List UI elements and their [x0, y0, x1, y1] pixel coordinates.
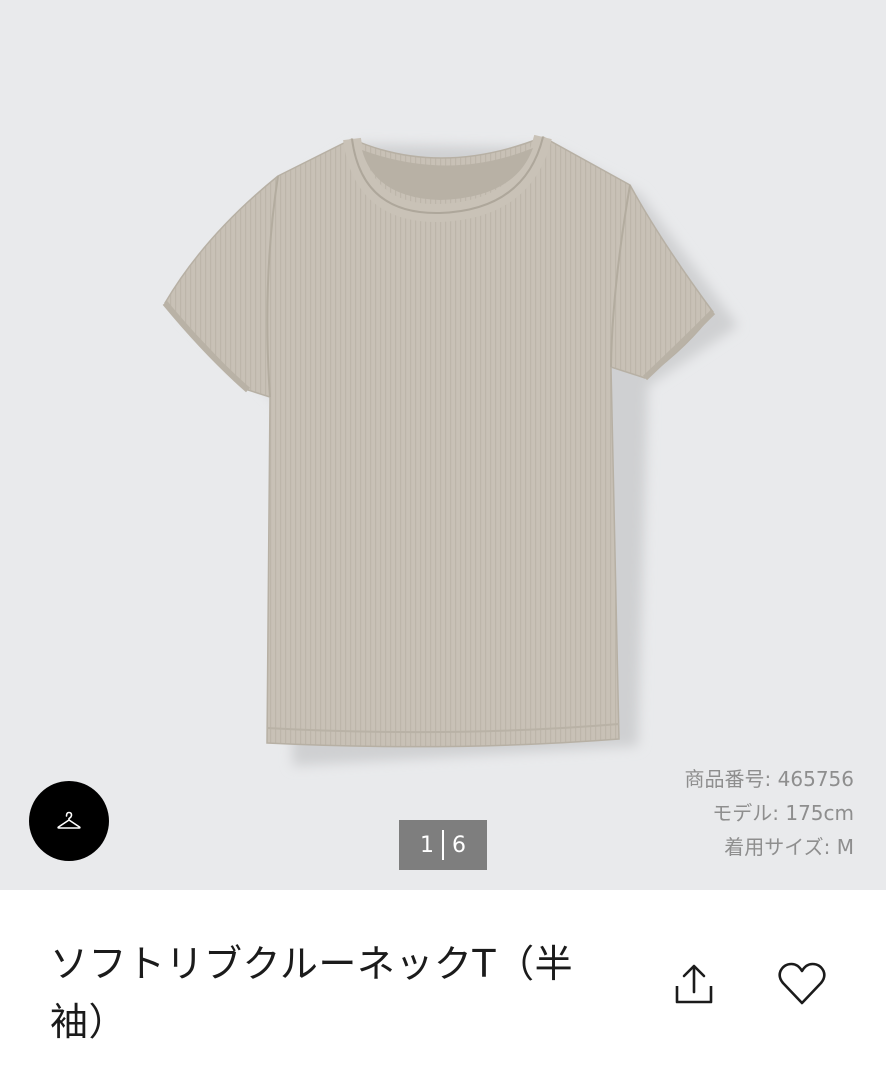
model-height: モデル: 175cm [712, 801, 854, 825]
total-image-count: 6 [452, 832, 466, 858]
hanger-button[interactable] [29, 781, 109, 861]
counter-separator [442, 830, 444, 860]
heart-icon [778, 962, 826, 1005]
favorite-button[interactable] [777, 960, 827, 1008]
share-icon [675, 964, 713, 1004]
current-image-index: 1 [420, 832, 434, 858]
hanger-icon [57, 811, 81, 829]
product-number: 商品番号: 465756 [684, 767, 854, 791]
share-button[interactable] [670, 960, 718, 1008]
product-title: ソフトリブクルーネックT（半袖） [50, 942, 574, 1044]
product-image-gallery[interactable]: 商品番号: 465756 モデル: 175cm 着用サイズ: M 1 6 [0, 0, 886, 890]
size-worn: 着用サイズ: M [724, 835, 854, 859]
image-counter: 1 6 [399, 820, 487, 870]
product-image [162, 134, 738, 766]
product-info-overlay: 商品番号: 465756 モデル: 175cm 着用サイズ: M [685, 762, 854, 864]
